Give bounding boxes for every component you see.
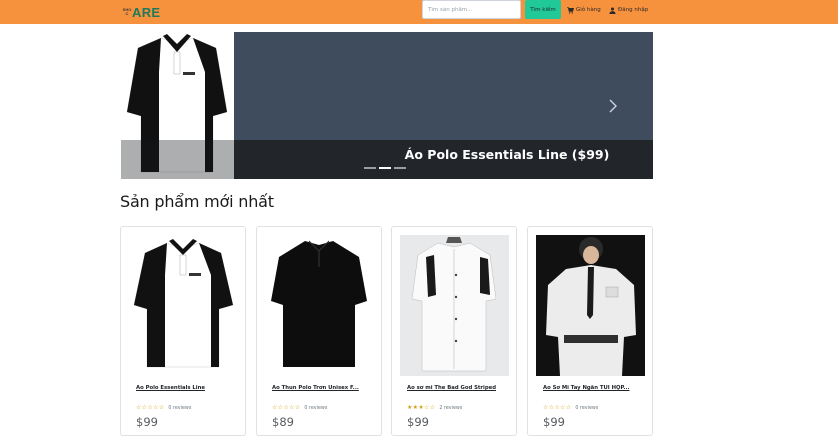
review-count: 0 reviews	[304, 405, 328, 411]
product-rating: ☆☆☆☆☆ 0 reviews	[272, 405, 327, 411]
product-image[interactable]	[265, 235, 374, 376]
product-rating: ☆☆☆☆☆ 0 reviews	[136, 405, 191, 411]
product-price: $99	[407, 415, 429, 429]
star-icon: ☆☆☆☆☆	[543, 404, 572, 411]
carousel-indicator-active[interactable]	[379, 167, 391, 169]
carousel-indicator[interactable]	[364, 167, 376, 169]
logo-small-text: SHO C	[122, 7, 132, 16]
product-image[interactable]	[536, 235, 645, 376]
carousel-caption: Áo Polo Essentials Line ($99)	[404, 147, 610, 162]
product-title[interactable]: Áo Polo Essentials Line	[136, 385, 234, 391]
logo[interactable]: SHO C ARE	[122, 4, 160, 20]
star-icon: ☆☆☆☆☆	[272, 404, 301, 411]
review-count: 0 reviews	[575, 405, 599, 411]
cart-icon	[567, 6, 574, 14]
login-link[interactable]: Đăng nhập	[609, 5, 648, 15]
review-count: 2 reviews	[439, 405, 463, 411]
carousel-indicator[interactable]	[394, 167, 406, 169]
product-title[interactable]: Áo sơ mi The Bad God Striped	[407, 385, 505, 391]
cart-link[interactable]: Giỏ hàng	[567, 5, 601, 15]
product-price: $99	[136, 415, 158, 429]
product-card[interactable]: Áo Thun Polo Trơn Unisex F... ☆☆☆☆☆ 0 re…	[256, 226, 382, 436]
product-rating: ★★★☆☆ 2 reviews	[407, 405, 462, 411]
product-card[interactable]: Áo Polo Essentials Line ☆☆☆☆☆ 0 reviews …	[120, 226, 246, 436]
navbar: SHO C ARE Tìm kiếm Giỏ hàng Đăng nhập	[0, 0, 838, 24]
login-label: Đăng nhập	[618, 7, 649, 13]
review-count: 0 reviews	[168, 405, 192, 411]
product-title[interactable]: Áo Thun Polo Trơn Unisex F...	[272, 385, 370, 391]
search-input[interactable]	[422, 0, 521, 19]
cart-label: Giỏ hàng	[576, 7, 601, 13]
product-price: $99	[543, 415, 565, 429]
user-icon	[609, 6, 616, 14]
product-title[interactable]: Áo Sơ Mi Tay Ngắn TÚI HỘP...	[543, 385, 641, 391]
hero-carousel[interactable]: Áo Polo Essentials Line ($99)	[121, 32, 653, 179]
search-button[interactable]: Tìm kiếm	[525, 0, 561, 19]
product-image[interactable]	[400, 235, 509, 376]
product-card[interactable]: Áo sơ mi The Bad God Striped ★★★☆☆ 2 rev…	[391, 226, 517, 436]
star-icon: ☆☆☆☆☆	[136, 404, 165, 411]
carousel-next-button[interactable]	[605, 98, 621, 114]
section-title: Sản phẩm mới nhất	[120, 192, 274, 211]
chevron-right-icon	[609, 99, 617, 113]
logo-text: ARE	[132, 4, 161, 20]
product-card[interactable]: Áo Sơ Mi Tay Ngắn TÚI HỘP... ☆☆☆☆☆ 0 rev…	[527, 226, 653, 436]
star-icon: ★★★☆☆	[407, 404, 436, 411]
product-price: $89	[272, 415, 294, 429]
product-rating: ☆☆☆☆☆ 0 reviews	[543, 405, 598, 411]
carousel-indicators	[364, 167, 406, 169]
product-image[interactable]	[129, 235, 238, 376]
